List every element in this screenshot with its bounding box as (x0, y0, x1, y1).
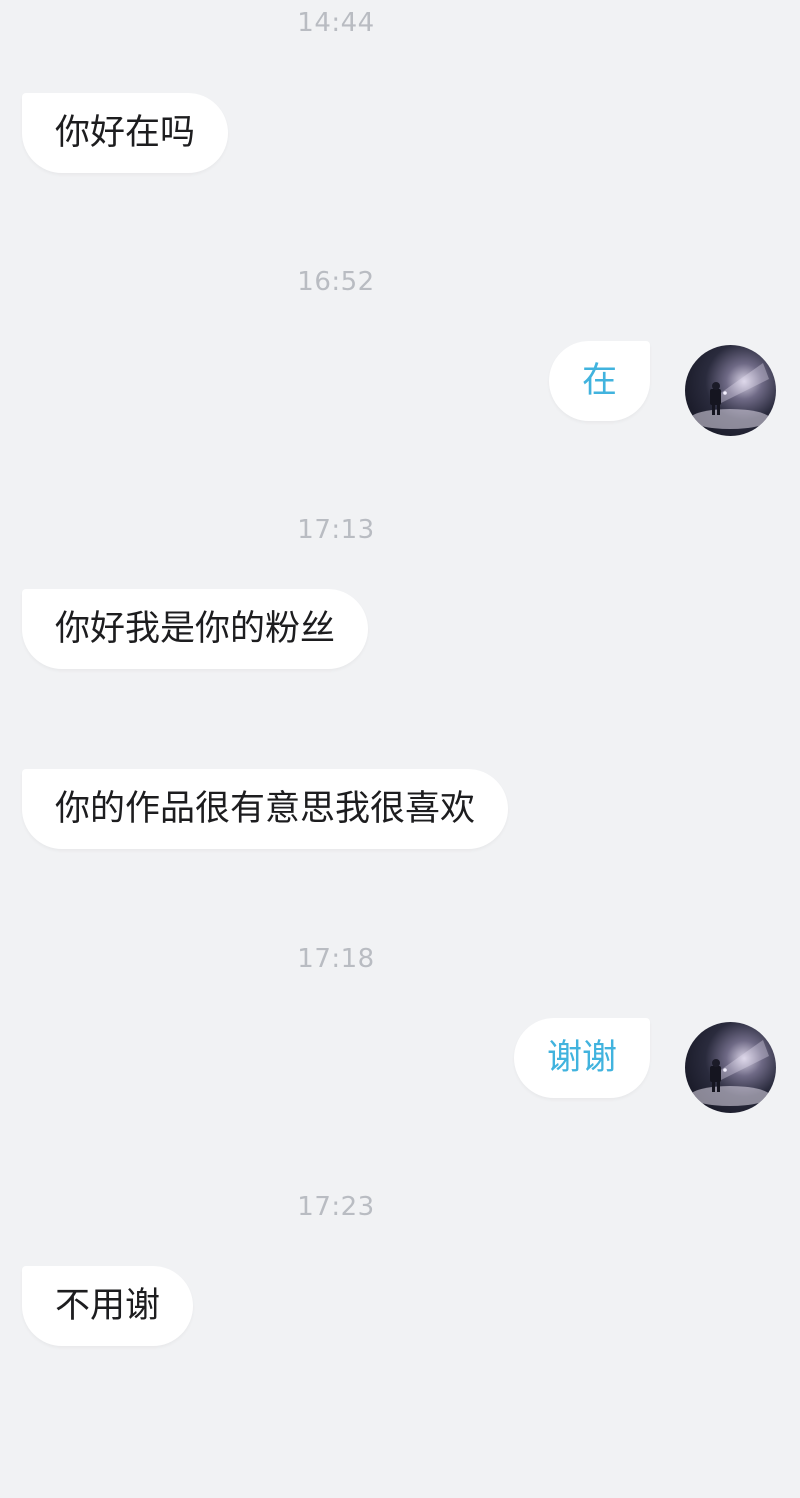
user-avatar[interactable] (685, 1022, 776, 1113)
incoming-message-bubble[interactable]: 你好在吗 (22, 93, 229, 173)
timestamp: 14:44 (297, 8, 375, 38)
astronaut-avatar-icon (690, 1040, 770, 1106)
timestamp: 17:18 (297, 944, 375, 974)
incoming-message-bubble[interactable]: 你好我是你的粉丝 (22, 589, 369, 669)
outgoing-message-bubble[interactable]: 谢谢 (513, 1018, 650, 1098)
user-avatar[interactable] (685, 345, 776, 436)
timestamp: 16:52 (297, 267, 375, 297)
astronaut-avatar-icon (690, 363, 770, 429)
incoming-message-bubble[interactable]: 不用谢 (22, 1266, 194, 1346)
timestamp: 17:13 (297, 515, 375, 545)
outgoing-message-bubble[interactable]: 在 (548, 341, 650, 421)
incoming-message-bubble[interactable]: 你的作品很有意思我很喜欢 (22, 769, 509, 849)
chat-thread[interactable]: 14:44 你好在吗 16:52 在 17:13 你好我是你的粉丝 你的作品很有… (0, 0, 800, 1498)
timestamp: 17:23 (297, 1192, 375, 1222)
